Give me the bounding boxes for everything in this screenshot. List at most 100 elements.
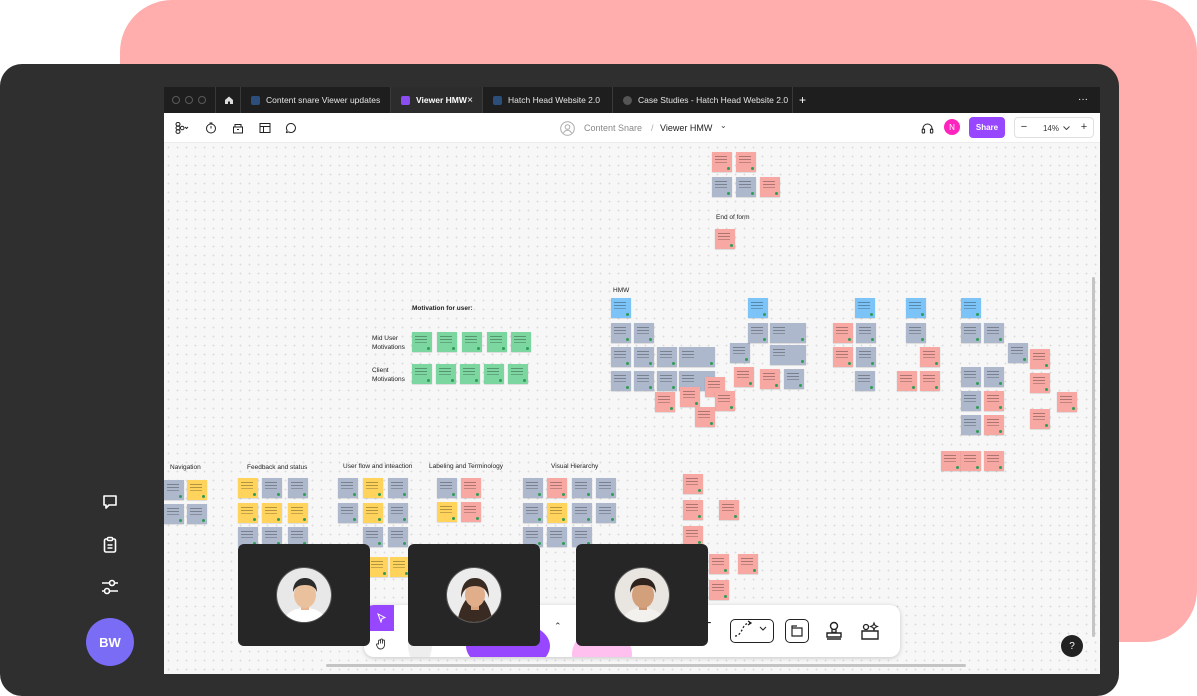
- sticky-note[interactable]: [462, 332, 482, 352]
- sticky-note[interactable]: [833, 323, 853, 343]
- sticky-note[interactable]: [680, 387, 700, 407]
- sticky-note[interactable]: [288, 478, 308, 498]
- sticky-note[interactable]: [920, 347, 940, 367]
- sticky-note[interactable]: [511, 332, 531, 352]
- sticky-note[interactable]: [855, 298, 875, 318]
- sticky-note[interactable]: [388, 503, 408, 523]
- sticky-note[interactable]: [262, 503, 282, 523]
- sticky-note[interactable]: [634, 323, 654, 343]
- sticky-note[interactable]: [1030, 373, 1050, 393]
- tab-hatch-head[interactable]: Hatch Head Website 2.0: [483, 87, 613, 113]
- window-maximize-dot[interactable]: [198, 96, 206, 104]
- project-name[interactable]: Content Snare: [584, 121, 642, 135]
- user-avatar[interactable]: BW: [86, 618, 134, 666]
- sticky-note[interactable]: [390, 557, 410, 577]
- sticky-note[interactable]: [288, 503, 308, 523]
- sticky-note[interactable]: [238, 503, 258, 523]
- sticky-note[interactable]: [1030, 349, 1050, 369]
- sticky-note[interactable]: [984, 451, 1004, 471]
- sticky-note[interactable]: [412, 364, 432, 384]
- sticky-note[interactable]: [736, 152, 756, 172]
- sticky-note[interactable]: [262, 478, 282, 498]
- sticky-note[interactable]: [730, 343, 750, 363]
- more-icon[interactable]: ···: [1078, 94, 1088, 105]
- hand-tool[interactable]: [368, 632, 394, 656]
- sticky-note[interactable]: [715, 391, 735, 411]
- sticky-note[interactable]: [770, 323, 806, 343]
- tab-content-snare[interactable]: Content snare Viewer updates: [241, 87, 391, 113]
- section-tool-icon[interactable]: [785, 619, 809, 643]
- window-minimize-dot[interactable]: [185, 96, 193, 104]
- sticky-note[interactable]: [1057, 392, 1077, 412]
- sticky-note[interactable]: [634, 347, 654, 367]
- sticky-note[interactable]: [187, 504, 207, 524]
- zoom-out-button[interactable]: −: [1017, 119, 1031, 135]
- sticky-note[interactable]: [388, 527, 408, 547]
- sticky-note[interactable]: [760, 177, 780, 197]
- sticky-note[interactable]: [657, 371, 677, 391]
- tab-case-studies[interactable]: Case Studies - Hatch Head Website 2.0: [613, 87, 793, 113]
- sticky-note[interactable]: [572, 503, 592, 523]
- sticky-note[interactable]: [770, 345, 806, 365]
- sticky-note[interactable]: [712, 177, 732, 197]
- sticky-note[interactable]: [683, 500, 703, 520]
- sticky-note[interactable]: [1030, 409, 1050, 429]
- sticky-note[interactable]: [683, 474, 703, 494]
- sticky-note[interactable]: [695, 407, 715, 427]
- sticky-note[interactable]: [547, 478, 567, 498]
- window-close-dot[interactable]: [172, 96, 180, 104]
- collaborator-avatar[interactable]: N: [944, 119, 960, 135]
- sticky-note[interactable]: [487, 332, 507, 352]
- library-icon[interactable]: [229, 120, 247, 136]
- sticky-note[interactable]: [461, 478, 481, 498]
- select-tool[interactable]: [368, 605, 394, 631]
- sticky-note[interactable]: [437, 332, 457, 352]
- vertical-scrollbar[interactable]: [1092, 277, 1095, 637]
- sticky-note[interactable]: [941, 451, 961, 471]
- sticky-note[interactable]: [611, 298, 631, 318]
- chat-icon[interactable]: [96, 488, 124, 516]
- sticky-note[interactable]: [484, 364, 504, 384]
- sticky-note[interactable]: [961, 298, 981, 318]
- sticky-note[interactable]: [523, 478, 543, 498]
- sticky-note[interactable]: [679, 347, 715, 367]
- sticky-note[interactable]: [760, 369, 780, 389]
- sticky-note[interactable]: [738, 554, 758, 574]
- sticky-note[interactable]: [709, 554, 729, 574]
- zoom-chevron-icon[interactable]: [1062, 121, 1070, 135]
- clipboard-icon[interactable]: [96, 531, 124, 559]
- sticky-note[interactable]: [338, 478, 358, 498]
- sticky-note[interactable]: [634, 371, 654, 391]
- zoom-level[interactable]: 14%: [1040, 121, 1062, 135]
- file-menu-chevron-icon[interactable]: ⌄: [720, 118, 727, 132]
- sticky-note[interactable]: [437, 478, 457, 498]
- sticky-note[interactable]: [984, 367, 1004, 387]
- sticky-note[interactable]: [961, 391, 981, 411]
- sticky-note[interactable]: [611, 323, 631, 343]
- sticky-note[interactable]: [784, 369, 804, 389]
- sticky-note[interactable]: [719, 500, 739, 520]
- sticky-note[interactable]: [748, 298, 768, 318]
- help-button[interactable]: ?: [1061, 635, 1083, 657]
- sticky-note[interactable]: [961, 415, 981, 435]
- sticky-note[interactable]: [164, 504, 184, 524]
- sticky-note[interactable]: [734, 367, 754, 387]
- sticky-note[interactable]: [736, 177, 756, 197]
- home-tab[interactable]: [215, 87, 241, 113]
- new-tab-button[interactable]: +: [799, 93, 806, 107]
- sticky-note[interactable]: [748, 323, 768, 343]
- sticky-note[interactable]: [164, 480, 184, 500]
- sticky-note[interactable]: [984, 391, 1004, 411]
- sticky-note[interactable]: [611, 347, 631, 367]
- comment-icon[interactable]: [282, 120, 300, 136]
- tab-viewer-hmw[interactable]: Viewer HMW ×: [391, 87, 483, 113]
- sticky-note[interactable]: [906, 323, 926, 343]
- zoom-in-button[interactable]: +: [1077, 119, 1091, 135]
- sticky-note[interactable]: [709, 580, 729, 600]
- sticky-note[interactable]: [611, 371, 631, 391]
- sticky-note[interactable]: [856, 347, 876, 367]
- stamp-icon[interactable]: [822, 619, 846, 643]
- sticky-note[interactable]: [712, 152, 732, 172]
- sticky-note[interactable]: [657, 347, 677, 367]
- sticky-note[interactable]: [961, 367, 981, 387]
